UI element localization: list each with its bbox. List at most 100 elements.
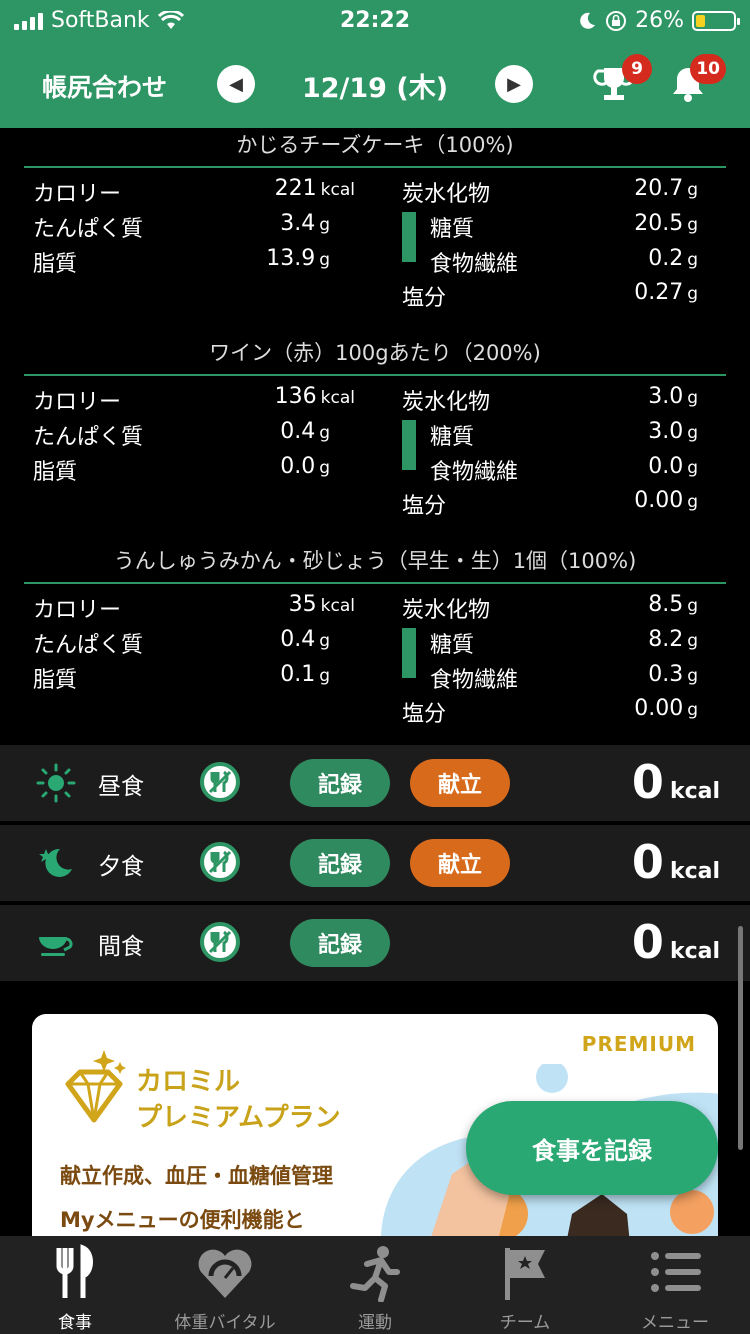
- tab-exercise[interactable]: 運動: [300, 1236, 450, 1334]
- app-header: 帳尻合わせ ◀ 12/19 (木) ▶ 9 10: [0, 42, 750, 128]
- nutrition-table: カロリー 221 kcal たんぱく質 3.4 g 脂質 13.9 g 炭水化物 20…: [0, 168, 750, 338]
- prev-day-button[interactable]: ◀: [217, 65, 255, 103]
- status-right: 26%: [577, 8, 740, 33]
- fat-value: 0.0 g: [280, 454, 330, 479]
- fat-label: 脂質: [33, 252, 78, 277]
- fat-label: 脂質: [33, 668, 78, 693]
- meal-kcal: 0 kcal: [631, 915, 720, 969]
- meal-row-snack[interactable]: 間食 記録 0 kcal: [0, 905, 750, 981]
- menu-plan-button[interactable]: 献立: [410, 839, 510, 887]
- food-item[interactable]: かじるチーズケーキ（100%) カロリー 221 kcal たんぱく質 3.4 g …: [0, 128, 750, 336]
- food-item[interactable]: ワイン（赤）100gあたり（200%) カロリー 136 kcal たんぱく質 0…: [0, 336, 750, 544]
- trophy-badge: 9: [622, 54, 652, 84]
- calories-value: 136 kcal: [274, 384, 355, 409]
- record-button[interactable]: 記録: [290, 839, 390, 887]
- tab-label: 運動: [358, 1313, 392, 1333]
- salt-label: 塩分: [402, 494, 447, 519]
- battery-icon: [692, 10, 740, 31]
- tab-menu[interactable]: メニュー: [600, 1236, 750, 1334]
- meal-name: 間食: [98, 934, 144, 960]
- tab-label: メニュー: [641, 1313, 709, 1333]
- tab-label: 体重バイタル: [174, 1313, 276, 1333]
- nutrition-table: カロリー 35 kcal たんぱく質 0.4 g 脂質 0.1 g 炭水化物 8.5 g…: [0, 584, 750, 754]
- protein-label: たんぱく質: [33, 633, 144, 658]
- nutrition-table: カロリー 136 kcal たんぱく質 0.4 g 脂質 0.0 g 炭水化物 3.0…: [0, 376, 750, 546]
- fiber-label: 食物繊維: [430, 460, 519, 485]
- premium-name: カロミル プレミアムプラン: [136, 1067, 341, 1133]
- fiber-value: 0.0 g: [648, 454, 698, 479]
- page-title: 帳尻合わせ: [42, 73, 168, 102]
- cup-icon: [39, 937, 73, 956]
- fork-knife-icon: [56, 1244, 93, 1298]
- sugar-value: 8.2 g: [648, 627, 698, 652]
- food-title: うんしゅうみかん・砂じょう（早生・生）1個（100%): [113, 549, 637, 573]
- meal-row-dinner[interactable]: 夕食 記録 献立 0 kcal: [0, 825, 750, 901]
- diamond-icon: [65, 1050, 126, 1123]
- food-list: かじるチーズケーキ（100%) カロリー 221 kcal たんぱく質 3.4 g …: [0, 128, 750, 744]
- skip-meal-button[interactable]: [200, 922, 240, 962]
- sugar-label: 糖質: [430, 633, 475, 658]
- runner-icon: [350, 1246, 400, 1302]
- tab-label: チーム: [499, 1313, 551, 1333]
- moon-star-icon: [39, 848, 72, 877]
- fat-label: 脂質: [33, 460, 78, 485]
- protein-value: 0.4 g: [280, 627, 330, 652]
- salt-value: 0.27 g: [634, 280, 698, 305]
- skip-meal-button[interactable]: [200, 762, 240, 802]
- list-icon: [651, 1252, 701, 1292]
- tab-label: 食事: [58, 1313, 92, 1333]
- salt-label: 塩分: [402, 286, 447, 311]
- meal-name: 昼食: [98, 774, 144, 800]
- sugar-label: 糖質: [430, 217, 475, 242]
- sugar-label: 糖質: [430, 425, 475, 450]
- tab-weight-vitals[interactable]: 体重バイタル: [150, 1236, 300, 1334]
- meal-kcal: 0 kcal: [631, 755, 720, 809]
- calories-label: カロリー: [33, 182, 122, 207]
- scrollbar[interactable]: [738, 926, 743, 1150]
- premium-description: 献立作成、血圧・血糖値管理 Myメニューの便利機能と: [60, 1164, 333, 1232]
- tab-team[interactable]: チーム: [450, 1236, 600, 1334]
- chevron-right-icon: ▶: [507, 73, 521, 95]
- rotation-lock-icon: [606, 10, 627, 31]
- carbs-label: 炭水化物: [402, 598, 491, 623]
- record-button[interactable]: 記録: [290, 759, 390, 807]
- salt-value: 0.00 g: [634, 488, 698, 513]
- sugar-value: 20.5 g: [634, 211, 698, 236]
- calories-label: カロリー: [33, 598, 122, 623]
- carb-breakdown-bar: [402, 212, 416, 262]
- next-day-button[interactable]: ▶: [495, 65, 533, 103]
- protein-label: たんぱく質: [33, 425, 144, 450]
- record-meal-fab[interactable]: 食事を記録: [466, 1101, 718, 1195]
- meal-row-lunch[interactable]: 昼食 記録 献立 0 kcal: [0, 745, 750, 821]
- calories-value: 221 kcal: [274, 176, 355, 201]
- food-title: ワイン（赤）100gあたり（200%): [209, 341, 541, 365]
- heart-scale-icon: [198, 1249, 252, 1298]
- tab-meals[interactable]: 食事: [0, 1236, 150, 1334]
- notification-button[interactable]: 10: [666, 54, 726, 106]
- no-meal-icon: [208, 850, 232, 874]
- carbs-value: 20.7 g: [634, 176, 698, 201]
- carbs-value: 3.0 g: [648, 384, 698, 409]
- meal-kcal: 0 kcal: [631, 835, 720, 889]
- protein-value: 0.4 g: [280, 419, 330, 444]
- tab-bar: 食事 体重バイタル 運動 チーム メニュー: [0, 1236, 750, 1334]
- carb-breakdown-bar: [402, 420, 416, 470]
- protein-label: たんぱく質: [33, 217, 144, 242]
- menu-plan-button[interactable]: 献立: [410, 759, 510, 807]
- carbs-label: 炭水化物: [402, 390, 491, 415]
- fiber-value: 0.2 g: [648, 246, 698, 271]
- skip-meal-button[interactable]: [200, 842, 240, 882]
- moon-icon: [580, 12, 596, 29]
- flag-icon: [505, 1248, 545, 1300]
- sun-icon: [36, 763, 76, 803]
- trophy-button[interactable]: 9: [592, 54, 652, 106]
- carbs-value: 8.5 g: [648, 592, 698, 617]
- premium-tag: PREMIUM: [581, 1032, 696, 1056]
- no-meal-icon: [208, 930, 232, 954]
- fiber-value: 0.3 g: [648, 662, 698, 687]
- food-item[interactable]: うんしゅうみかん・砂じょう（早生・生）1個（100%) カロリー 35 kcal …: [0, 544, 750, 744]
- record-button[interactable]: 記録: [290, 919, 390, 967]
- current-date[interactable]: 12/19 (木): [260, 66, 490, 105]
- notification-badge: 10: [690, 54, 726, 84]
- chevron-left-icon: ◀: [229, 73, 243, 95]
